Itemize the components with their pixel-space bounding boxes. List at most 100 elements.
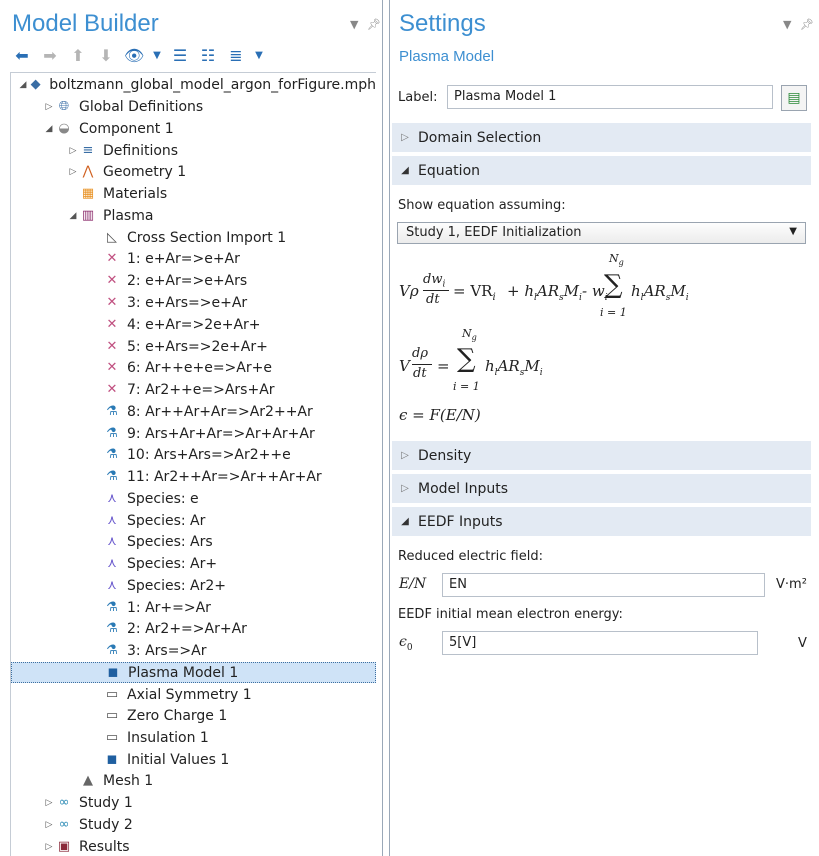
tree-item[interactable]: ◼ Plasma Model 1 (11, 662, 376, 683)
tree-item[interactable]: ✕ 1: e+Ar=>e+Ar (11, 248, 376, 269)
tree-item[interactable]: ▷ ∞ Study 1 (11, 792, 376, 813)
tree-item[interactable]: ✕ 6: Ar++e+e=>Ar+e (11, 357, 376, 378)
tree-item[interactable]: ✕ 4: e+Ar=>2e+Ar+ (11, 314, 376, 335)
flask-icon: ⚗︎ (106, 447, 118, 462)
tree-item-label: Species: Ars (127, 533, 213, 550)
show-icon[interactable]: 👁︎ (124, 46, 144, 65)
chevron-right-icon[interactable]: ▷ (67, 167, 79, 177)
eq1-rhs-text: = VR (453, 282, 493, 300)
tree-item-label: 2: e+Ar=>e+Ars (127, 272, 248, 289)
forward-arrow-icon[interactable]: ➡ (40, 46, 60, 65)
tree-item[interactable]: ▷ ▣ Results (11, 836, 376, 856)
chevron-right-icon[interactable]: ▷ (67, 146, 79, 156)
definitions-icon: ≡ (82, 143, 94, 158)
pin-icon[interactable]: 📌︎ (367, 18, 381, 31)
tree-item[interactable]: ⚗︎ 3: Ars=>Ar (11, 640, 376, 661)
chevron-down-icon[interactable]: ▼ (350, 18, 358, 31)
eq1-num: dw (423, 272, 443, 287)
chevron-down-icon[interactable]: ◢ (18, 80, 28, 90)
tree-item[interactable]: ◢ ◆ boltzmann_global_model_argon_forFigure… (11, 74, 376, 95)
species-icon: ⋏ (107, 578, 117, 593)
label-caption: Label: (398, 90, 438, 105)
chevron-right-icon[interactable]: ▷ (43, 102, 55, 112)
tree-item-label: 9: Ars+Ar+Ar=>Ar+Ar+Ar (127, 425, 315, 442)
tree-item[interactable]: ▷ ⋀ Geometry 1 (11, 161, 376, 182)
tree-item[interactable]: ⋏ Species: Ar (11, 510, 376, 531)
mesh-icon: ▲ (83, 773, 93, 788)
chevron-down-icon[interactable]: ▼ (783, 18, 791, 31)
tree-item[interactable]: ⋏ Species: Ar2+ (11, 575, 376, 596)
results-icon: ▣ (57, 839, 71, 854)
edit-node-icon[interactable]: ▤ (781, 85, 807, 111)
tree-item-label: Component 1 (79, 120, 174, 137)
chevron-right-icon[interactable]: ▷ (43, 820, 55, 830)
section-eedf-inputs[interactable]: ◢ EEDF Inputs (392, 507, 811, 536)
back-arrow-icon[interactable]: ⬅ (12, 46, 32, 65)
tree-item[interactable]: ⚗︎ 2: Ar2+=>Ar+Ar (11, 618, 376, 639)
tree-item[interactable]: ⋏ Species: Ars (11, 531, 376, 552)
chevron-down-icon[interactable]: ◢ (43, 124, 55, 134)
chevron-right-icon[interactable]: ▷ (43, 842, 55, 852)
tree-item-label: 5: e+Ars=>2e+Ar+ (127, 338, 268, 355)
chevron-right-icon[interactable]: ▷ (43, 798, 55, 808)
collapse-all-icon[interactable]: ☰ (170, 46, 190, 65)
tree-item[interactable]: ▭ Zero Charge 1 (11, 705, 376, 726)
tree-item[interactable]: ◺ Cross Section Import 1 (11, 227, 376, 248)
tree-item-label: 3: e+Ars=>e+Ar (127, 294, 248, 311)
pin-icon[interactable]: 📌︎ (800, 18, 814, 31)
tree-item-label: Species: Ar+ (127, 555, 218, 572)
show-equation-select[interactable]: Study 1, EEDF Initialization ▼ (397, 222, 806, 244)
eq1-sum-top-text: N (609, 252, 619, 265)
tree-item[interactable]: ⋏ Species: e (11, 488, 376, 509)
species-icon: ⋏ (107, 534, 117, 549)
domain-node-icon: ◼ (107, 665, 119, 680)
chevron-down-icon: ◢ (401, 165, 409, 176)
tree-item-label: 2: Ar2+=>Ar+Ar (127, 620, 247, 637)
tree-item[interactable]: ▲ Mesh 1 (11, 770, 376, 791)
tree-item[interactable]: ▷ ≡ Definitions (11, 140, 376, 161)
tree-item[interactable]: ▦ Materials (11, 183, 376, 204)
view-options-icon[interactable]: ≣ (226, 46, 246, 65)
tree-item-label: boltzmann_global_model_argon_forFigure.m… (49, 76, 376, 93)
tree-item-label: 3: Ars=>Ar (127, 642, 207, 659)
tree-item[interactable]: ⚗︎ 1: Ar+=>Ar (11, 597, 376, 618)
section-equation[interactable]: ◢ Equation (392, 156, 811, 185)
expand-all-icon[interactable]: ☷ (198, 46, 218, 65)
tree-item[interactable]: ▷ ∞ Study 2 (11, 814, 376, 835)
tree-item-label: Zero Charge 1 (127, 707, 228, 724)
chevron-down-icon[interactable]: ▼ (254, 50, 264, 61)
tree-item[interactable]: ⚗︎ 8: Ar++Ar+Ar=>Ar2++Ar (11, 401, 376, 422)
tree-item[interactable]: ◢ ◒ Component 1 (11, 118, 376, 139)
tree-item[interactable]: ⚗︎ 11: Ar2++Ar=>Ar++Ar+Ar (11, 466, 376, 487)
label-field[interactable]: Plasma Model 1 (447, 85, 773, 109)
section-domain-selection[interactable]: ▷ Domain Selection (392, 123, 811, 152)
move-up-icon[interactable]: ⬆ (68, 46, 88, 65)
tree-item[interactable]: ✕ 5: e+Ars=>2e+Ar+ (11, 336, 376, 357)
tree-item[interactable]: ✕ 3: e+Ars=>e+Ar (11, 292, 376, 313)
tree-item[interactable]: ⚗︎ 9: Ars+Ar+Ar=>Ar+Ar+Ar (11, 423, 376, 444)
move-down-icon[interactable]: ⬇ (96, 46, 116, 65)
section-model-inputs[interactable]: ▷ Model Inputs (392, 474, 811, 503)
sum-icon: ∑ (604, 270, 623, 300)
section-density[interactable]: ▷ Density (392, 441, 811, 470)
tree-item[interactable]: ◼ Initial Values 1 (11, 749, 376, 770)
tree-item[interactable]: ⚗︎ 10: Ars+Ars=>Ar2++e (11, 444, 376, 465)
tree-item[interactable]: ▭ Insulation 1 (11, 727, 376, 748)
tree-item[interactable]: ▭ Axial Symmetry 1 (11, 684, 376, 705)
reduced-field-input[interactable]: EN (442, 573, 765, 597)
tree-item[interactable]: ⋏ Species: Ar+ (11, 553, 376, 574)
tree-item-label: 1: Ar+=>Ar (127, 599, 211, 616)
domain-node-icon: ◼ (106, 752, 118, 767)
boundary-node-icon: ▭ (105, 730, 119, 745)
tree-item[interactable]: ▷ 🌐︎ Global Definitions (11, 96, 376, 117)
tree-item-label: Study 1 (79, 794, 133, 811)
chevron-down-icon[interactable]: ◢ (67, 211, 79, 221)
section-label: EEDF Inputs (418, 513, 503, 530)
tree-item[interactable]: ◢ ▥ Plasma (11, 205, 376, 226)
section-label: Equation (418, 162, 481, 179)
tree-item[interactable]: ✕ 7: Ar2++e=>Ars+Ar (11, 379, 376, 400)
eedf-energy-input[interactable]: 5[V] (442, 631, 758, 655)
chevron-down-icon[interactable]: ▼ (152, 50, 162, 61)
tree-item[interactable]: ✕ 2: e+Ar=>e+Ars (11, 270, 376, 291)
eedf-energy-symbol: ϵ0 (399, 634, 413, 653)
